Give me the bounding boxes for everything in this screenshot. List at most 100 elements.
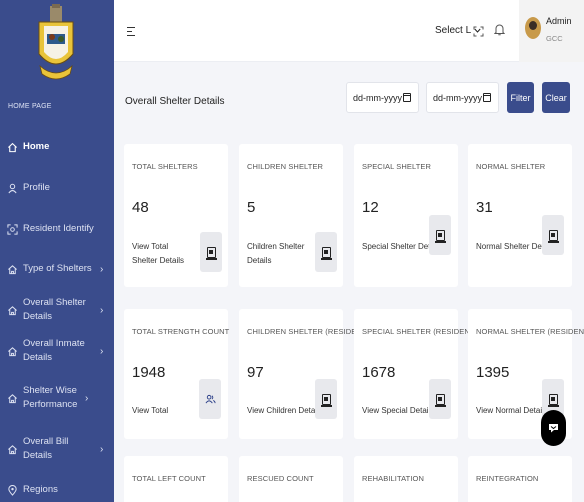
- sidebar-item-label: Overall Bill Details: [23, 436, 69, 461]
- house-icon: [1, 264, 23, 275]
- menu-toggle-icon[interactable]: [126, 24, 136, 42]
- card-icon-button[interactable]: [542, 215, 564, 255]
- card-icon-button[interactable]: [429, 215, 451, 255]
- user-name: Admin: [546, 16, 572, 26]
- sidebar-item-regions[interactable]: Regions: [0, 483, 114, 497]
- card-link[interactable]: Children Shelter Details: [247, 240, 305, 267]
- card-value: 12: [362, 199, 379, 216]
- document-icon: [205, 246, 217, 260]
- top-header: Select L Admin GCC: [114, 0, 584, 62]
- scan-face-icon: [1, 223, 23, 235]
- card-title: NORMAL SHELTER: [476, 162, 546, 171]
- card-title: RESCUED COUNT: [247, 474, 314, 483]
- document-icon: [320, 393, 332, 407]
- card-value: 5: [247, 199, 256, 216]
- sidebar-item-profile[interactable]: Profile: [0, 181, 114, 195]
- sidebar: HOME PAGE Home Profile Resident Identify…: [0, 0, 114, 502]
- card-children-shelter-residents: CHILDREN SHELTER (RESIDEN... 97 View Chi…: [239, 309, 368, 439]
- card-icon-button[interactable]: [199, 379, 221, 419]
- location-icon: [1, 484, 23, 496]
- card-link[interactable]: View Children Details: [247, 404, 323, 418]
- card-value: 48: [132, 199, 149, 216]
- calendar-icon[interactable]: [483, 93, 491, 102]
- card-total-strength-count: TOTAL STRENGTH COUNT 1948 View Total: [124, 309, 230, 439]
- card-special-shelter: SPECIAL SHELTER 12 Special Shelter Detai…: [354, 144, 458, 287]
- filter-button[interactable]: Filter: [507, 82, 534, 113]
- sidebar-item-label: Type of Shelters: [23, 263, 92, 275]
- sidebar-item-label: Shelter Wise Performance: [23, 385, 78, 410]
- to-date-input[interactable]: dd-mm-yyyy: [426, 82, 499, 113]
- clear-button[interactable]: Clear: [542, 82, 570, 113]
- chevron-right-icon: ›: [100, 345, 104, 357]
- house-icon: [1, 393, 23, 404]
- to-date-placeholder: dd-mm-yyyy: [433, 92, 482, 103]
- sidebar-item-label: Overall Inmate Details: [23, 338, 85, 363]
- chat-icon: [549, 424, 558, 433]
- chevron-right-icon: ›: [100, 304, 104, 316]
- card-link[interactable]: View Total Shelter Details: [132, 240, 194, 267]
- card-link[interactable]: View Normal Details: [476, 404, 548, 418]
- sidebar-item-resident-identify[interactable]: Resident Identify: [0, 222, 114, 236]
- card-icon-button[interactable]: [429, 379, 451, 419]
- sidebar-item-label: Profile: [23, 182, 50, 194]
- bell-icon[interactable]: [493, 23, 506, 41]
- document-icon: [434, 229, 446, 243]
- user-icon: [1, 183, 23, 194]
- fullscreen-icon[interactable]: [473, 24, 484, 42]
- card-icon-button[interactable]: [315, 232, 337, 272]
- card-icon-button[interactable]: [200, 232, 222, 272]
- card-title: CHILDREN SHELTER: [247, 162, 324, 171]
- sidebar-item-overall-shelter-details[interactable]: Overall Shelter Details ›: [0, 297, 114, 322]
- sidebar-item-shelter-wise-performance[interactable]: Shelter Wise Performance ›: [0, 381, 114, 415]
- card-title: TOTAL SHELTERS: [132, 162, 198, 171]
- sidebar-item-label: Regions: [23, 484, 58, 496]
- card-value: 1678: [362, 364, 396, 381]
- home-icon: [1, 142, 23, 153]
- card-title: REINTEGRATION: [476, 474, 539, 483]
- card-value: 1948: [132, 364, 166, 381]
- sidebar-item-label: Overall Shelter Details: [23, 297, 86, 322]
- card-link[interactable]: View Total: [132, 404, 168, 418]
- card-link[interactable]: View Special Details: [362, 404, 434, 418]
- card-special-shelter-residents: SPECIAL SHELTER (RESIDENT ... 1678 View …: [354, 309, 483, 439]
- card-total-left-count: TOTAL LEFT COUNT: [124, 456, 228, 502]
- sidebar-item-label: Home: [23, 141, 50, 153]
- card-children-shelter: CHILDREN SHELTER 5 Children Shelter Deta…: [239, 144, 343, 287]
- house-icon: [1, 444, 23, 455]
- from-date-input[interactable]: dd-mm-yyyy: [346, 82, 419, 113]
- avatar: [525, 17, 541, 39]
- sidebar-item-home[interactable]: Home: [0, 140, 114, 154]
- language-select-value: Select L: [435, 25, 471, 36]
- card-title: TOTAL STRENGTH COUNT: [132, 327, 230, 336]
- sidebar-item-type-of-shelters[interactable]: Type of Shelters ›: [0, 262, 114, 276]
- card-total-shelters: TOTAL SHELTERS 48 View Total Shelter Det…: [124, 144, 228, 287]
- document-icon: [547, 229, 559, 243]
- card-title: CHILDREN SHELTER (RESIDEN...: [247, 327, 369, 336]
- card-value: 97: [247, 364, 264, 381]
- card-icon-button[interactable]: [315, 379, 337, 419]
- users-icon: [205, 394, 216, 403]
- chevron-right-icon: ›: [100, 263, 104, 275]
- card-normal-shelter: NORMAL SHELTER 31 Normal Shelter Details: [468, 144, 572, 287]
- card-title: SPECIAL SHELTER (RESIDENT ...: [362, 327, 484, 336]
- emblem-logo: [38, 4, 74, 80]
- card-title: SPECIAL SHELTER: [362, 162, 432, 171]
- card-value: 1395: [476, 364, 510, 381]
- calendar-icon[interactable]: [403, 93, 411, 102]
- card-reintegration: REINTEGRATION: [468, 456, 572, 502]
- home-page-section-label: HOME PAGE: [8, 103, 52, 110]
- house-icon: [1, 305, 23, 316]
- sidebar-item-overall-inmate-details[interactable]: Overall Inmate Details ›: [0, 338, 114, 363]
- user-menu[interactable]: Admin GCC: [519, 0, 584, 62]
- chevron-right-icon: ›: [85, 392, 89, 404]
- sidebar-item-overall-bill-details[interactable]: Overall Bill Details ›: [0, 436, 114, 461]
- chat-button[interactable]: [541, 410, 566, 446]
- from-date-placeholder: dd-mm-yyyy: [353, 92, 402, 103]
- document-icon: [434, 393, 446, 407]
- house-icon: [1, 346, 23, 357]
- chevron-right-icon: ›: [100, 443, 104, 455]
- card-value: 31: [476, 199, 493, 216]
- card-title: REHABILITATION: [362, 474, 424, 483]
- user-role: GCC: [546, 34, 563, 43]
- page-title: Overall Shelter Details: [125, 96, 225, 107]
